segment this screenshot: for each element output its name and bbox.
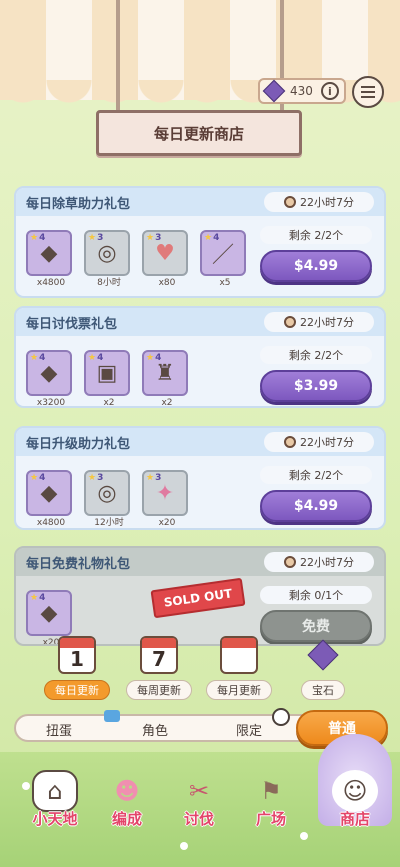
- heart-icon: ♥: [155, 240, 175, 266]
- signpost-icon: ⚑: [260, 777, 282, 805]
- remaining-count: 剩余 0/1个: [260, 586, 372, 604]
- pack-title: 每日免费礼物礼包: [26, 556, 131, 572]
- bag-icon: ♜: [155, 360, 175, 386]
- remaining-count: 剩余 2/2个: [260, 226, 372, 244]
- reward-item[interactable]: 4◆x3200: [26, 350, 72, 406]
- pack-title: 每日讨伐票礼包: [26, 316, 118, 332]
- reward-item[interactable]: 3◎8小时: [84, 230, 130, 288]
- tab-monthly[interactable]: 每月更新: [198, 636, 280, 700]
- pack-card: 每日升级助力礼包 22小时7分 4◆x4800 3◎12小时 3✦x20 剩余 …: [14, 426, 386, 530]
- category-gacha[interactable]: 扭蛋: [46, 720, 72, 739]
- tab-monthly-label: 每月更新: [206, 680, 272, 700]
- category-character[interactable]: 角色: [142, 720, 168, 739]
- tab-gems[interactable]: 宝石: [282, 636, 364, 700]
- pack-title: 每日升级助力礼包: [26, 436, 131, 452]
- gem-currency: 430 i: [258, 78, 346, 104]
- nav-plaza[interactable]: ⚑ 广场: [236, 770, 306, 829]
- pack-items: 4◆x4800 3◎8小时 3♥x80 4／x5: [26, 230, 246, 288]
- pack-timer: 22小时7分: [264, 312, 374, 332]
- timer-icon: [284, 316, 296, 328]
- reward-item[interactable]: 4▣x2: [84, 350, 130, 406]
- gem-icon: ◆: [40, 240, 58, 266]
- nav-formation[interactable]: ☻ 编成: [92, 770, 162, 829]
- info-icon[interactable]: i: [320, 82, 339, 100]
- coin-stack-icon: ◎: [97, 480, 117, 506]
- ticket-icon: ▣: [96, 360, 118, 386]
- nav-shop[interactable]: ☺ 商店: [320, 770, 390, 829]
- cat-icon: ☻: [114, 777, 140, 805]
- nav-home[interactable]: ⌂ 小天地: [20, 770, 90, 829]
- video-badge-icon: [104, 710, 120, 722]
- coin-stack-icon: ◎: [97, 240, 117, 266]
- buy-button[interactable]: $4.99: [260, 250, 372, 282]
- candy-icon: ✦: [155, 480, 175, 506]
- pack-card: 每日讨伐票礼包 22小时7分 4◆x3200 4▣x2 4♜x2 剩余 2/2个…: [14, 306, 386, 408]
- remaining-count: 剩余 2/2个: [260, 346, 372, 364]
- sign-rope-left: [116, 0, 120, 112]
- reward-item[interactable]: 3♥x80: [142, 230, 188, 288]
- timer-icon: [272, 708, 290, 726]
- pack-items: 4◆x3200 4▣x2 4♜x2: [26, 350, 188, 406]
- shop-title-sign: 每日更新商店: [96, 110, 302, 156]
- pack-title: 每日除草助力礼包: [26, 196, 131, 212]
- menu-list-button[interactable]: [352, 76, 384, 108]
- reward-item[interactable]: 4◆x20: [26, 590, 72, 644]
- reward-item[interactable]: 4♜x2: [142, 350, 188, 406]
- tab-daily[interactable]: 1 每日更新: [36, 636, 118, 700]
- pack-items: 4◆x4800 3◎12小时 3✦x20: [26, 470, 188, 528]
- bottom-nav: ⌂ 小天地 ☻ 编成 ✂ 讨伐 ⚑ 广场 ☺ 商店: [0, 734, 400, 867]
- reward-item[interactable]: 3✦x20: [142, 470, 188, 528]
- tab-weekly-label: 每周更新: [126, 680, 192, 700]
- remaining-count: 剩余 2/2个: [260, 466, 372, 484]
- home-icon: ⌂: [32, 770, 78, 812]
- gem-count: 430: [290, 84, 313, 98]
- gem-icon: ◆: [40, 480, 58, 506]
- timer-icon: [284, 556, 296, 568]
- tab-daily-label: 每日更新: [44, 680, 110, 700]
- pack-card: 每日除草助力礼包 22小时7分 4◆x4800 3◎8小时 3♥x80 4／x5…: [14, 186, 386, 298]
- gem-icon: ◆: [40, 360, 58, 386]
- pack-timer: 22小时7分: [264, 552, 374, 572]
- calendar-grid-icon: [220, 636, 258, 674]
- category-limited[interactable]: 限定: [236, 720, 262, 739]
- tab-weekly[interactable]: 7 每周更新: [118, 636, 200, 700]
- nav-subjugation[interactable]: ✂ 讨伐: [164, 770, 234, 829]
- scissors-icon: ✂: [188, 777, 210, 805]
- timer-icon: [284, 196, 296, 208]
- timer-icon: [284, 436, 296, 448]
- calendar-icon: 1: [58, 636, 96, 674]
- pack-timer: 22小时7分: [264, 192, 374, 212]
- tab-gems-label: 宝石: [301, 680, 345, 700]
- shop-icon: ☺: [332, 770, 378, 812]
- reward-item[interactable]: 4◆x4800: [26, 470, 72, 528]
- gem-icon: ◆: [40, 600, 58, 626]
- buy-button[interactable]: $3.99: [260, 370, 372, 402]
- reward-item[interactable]: 4／x5: [200, 230, 246, 288]
- buy-button[interactable]: $4.99: [260, 490, 372, 522]
- calendar-icon: 7: [140, 636, 178, 674]
- gems-icon: [307, 639, 339, 671]
- reward-item[interactable]: 4◆x4800: [26, 230, 72, 288]
- pack-items: 4◆x20: [26, 590, 72, 644]
- list-icon: [361, 86, 375, 88]
- reward-item[interactable]: 3◎12小时: [84, 470, 130, 528]
- gem-icon: [262, 79, 286, 103]
- pack-timer: 22小时7分: [264, 432, 374, 452]
